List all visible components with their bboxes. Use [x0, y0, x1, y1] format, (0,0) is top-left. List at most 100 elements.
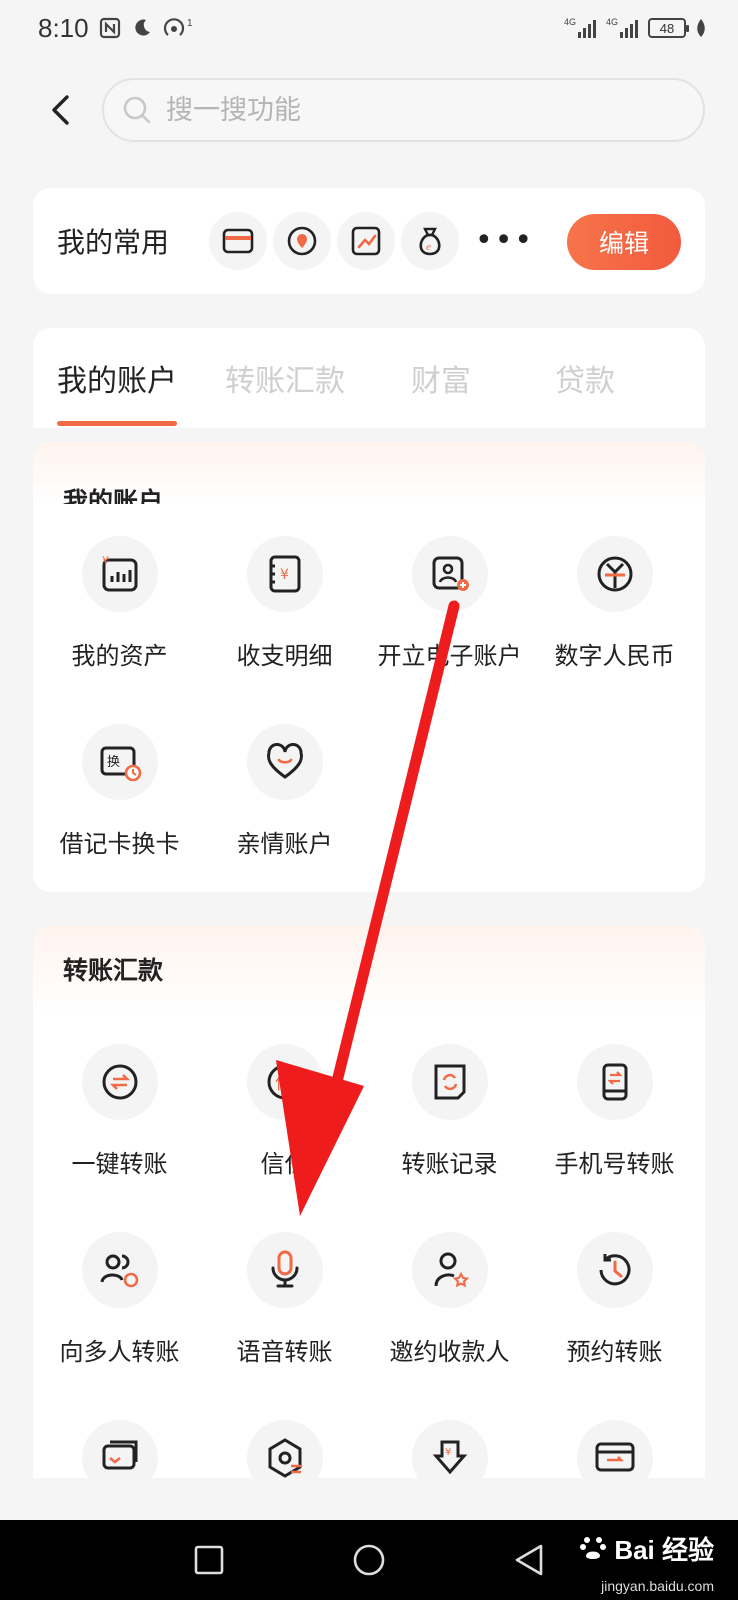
search-input[interactable]: [166, 94, 666, 126]
open-account-icon: [411, 536, 488, 612]
favorites-icons: e •••: [209, 212, 534, 270]
tab-bar: 我的账户 转账汇款 财富 贷款: [33, 328, 705, 428]
grid-item-transfer-record[interactable]: 转账记录: [367, 1012, 532, 1200]
grid-label: 我的资产: [71, 642, 168, 670]
grid-item-one-click-transfer[interactable]: 一键转账: [37, 1012, 202, 1200]
grid-item-open-account[interactable]: 开立电子账户: [367, 504, 532, 692]
grid-label: 邀约收款人: [389, 1338, 510, 1366]
edit-button[interactable]: 编辑: [567, 214, 681, 270]
watermark-logo: Bai 经验: [614, 1535, 714, 1565]
section-transfer: 转账汇款 一键转账 信 信任 转账记录 手机号转账 向多人转账 语音转账 邀约收…: [33, 926, 705, 1478]
nfc-icon: [99, 17, 121, 39]
favorites-card: 我的常用 e ••• 编辑: [33, 188, 705, 294]
wallet-icon[interactable]: [209, 212, 267, 270]
grid-label: 向多人转账: [59, 1338, 180, 1366]
section-title-transfer: 转账汇款: [33, 926, 705, 1012]
svg-text:4G: 4G: [564, 17, 576, 27]
home-button[interactable]: [349, 1540, 389, 1580]
tab-my-account[interactable]: 我的账户: [57, 328, 177, 428]
battery-icon: 48: [648, 18, 689, 38]
card-exchange-icon: [576, 1420, 653, 1478]
more-icon[interactable]: •••: [475, 226, 534, 256]
svg-text:¥: ¥: [445, 1447, 451, 1458]
grid-item-invite-payee[interactable]: 邀约收款人: [367, 1200, 532, 1388]
trust-icon: 信: [246, 1044, 323, 1120]
signal-icon: 4G: [564, 16, 598, 40]
invite-payee-icon: [411, 1232, 488, 1308]
tab-transfer[interactable]: 转账汇款: [225, 328, 345, 428]
grid-item-family-account[interactable]: 亲情账户: [202, 692, 367, 880]
card-swap-icon: 换: [81, 724, 158, 800]
grid-label: 语音转账: [236, 1338, 333, 1366]
grid-label: 信任: [260, 1150, 309, 1178]
signal-icon-2: 4G: [606, 16, 640, 40]
grid-label: 亲情账户: [236, 830, 333, 858]
grid-item-my-assets[interactable]: ¥ 我的资产: [37, 504, 202, 692]
assets-chart-icon: ¥: [81, 536, 158, 612]
grid-label: 转账记录: [401, 1150, 498, 1178]
card-transfer-icon: [81, 1420, 158, 1478]
recent-apps-button[interactable]: [189, 1540, 229, 1580]
grid-item-phone-transfer[interactable]: 手机号转账: [532, 1012, 697, 1200]
back-nav-button[interactable]: [509, 1540, 549, 1580]
grid-item-statement[interactable]: ¥ 收支明细: [202, 504, 367, 692]
grid-item-scheduled-transfer[interactable]: 预约转账: [532, 1200, 697, 1388]
grid-label: 预约转账: [566, 1338, 663, 1366]
transfer-grid: 一键转账 信 信任 转账记录 手机号转账 向多人转账 语音转账 邀约收款人 预约…: [33, 1012, 705, 1478]
header: [0, 78, 738, 142]
grid-item-partial-4[interactable]: [532, 1388, 697, 1478]
multi-person-transfer-icon: [81, 1232, 158, 1308]
grid-label: 手机号转账: [554, 1150, 675, 1178]
grid-label: 收支明细: [236, 642, 333, 670]
grid-label: 借记卡换卡: [59, 830, 180, 858]
money-bag-icon[interactable]: e: [401, 212, 459, 270]
download-transfer-icon: ¥: [411, 1420, 488, 1478]
location-icon[interactable]: [273, 212, 331, 270]
grid-item-trust[interactable]: 信 信任: [202, 1012, 367, 1200]
favorites-title: 我的常用: [57, 226, 170, 259]
grid-item-digital-rmb[interactable]: 数字人民币: [532, 504, 697, 692]
grid-label: 一键转账: [71, 1150, 168, 1178]
svg-text:e: e: [426, 241, 431, 253]
section-title-my-account: 我的账户: [33, 442, 705, 504]
hotspot-icon: 1: [163, 17, 193, 39]
svg-text:¥: ¥: [280, 567, 289, 583]
one-click-transfer-icon: [81, 1044, 158, 1120]
grid-item-partial-1[interactable]: [37, 1388, 202, 1478]
search-box[interactable]: [102, 78, 705, 142]
watermark-url: jingyan.baidu.com: [601, 1578, 714, 1594]
heart-icon: [246, 724, 323, 800]
chart-icon[interactable]: [337, 212, 395, 270]
back-button[interactable]: [40, 90, 80, 130]
microphone-icon: [246, 1232, 323, 1308]
paw-icon: [578, 1532, 608, 1566]
phone-transfer-icon: [576, 1044, 653, 1120]
digital-rmb-icon: [576, 536, 653, 612]
grid-item-partial-3[interactable]: ¥: [367, 1388, 532, 1478]
grid-label: 开立电子账户: [377, 642, 522, 670]
grid-item-voice-transfer[interactable]: 语音转账: [202, 1200, 367, 1388]
section-my-account: 我的账户 ¥ 我的资产 ¥ 收支明细 开立电子账户 数字人民币 换 借记卡换卡 …: [33, 442, 705, 892]
grid-item-partial-2[interactable]: [202, 1388, 367, 1478]
svg-text:4G: 4G: [606, 17, 618, 27]
svg-text:信: 信: [275, 1073, 293, 1094]
status-time: 8:10: [38, 12, 89, 43]
tab-loan[interactable]: 贷款: [555, 328, 615, 428]
statement-icon: ¥: [246, 536, 323, 612]
svg-text:¥: ¥: [102, 554, 109, 567]
grid-label: 数字人民币: [554, 642, 675, 670]
svg-text:换: 换: [107, 755, 120, 770]
hexagon-transfer-icon: [246, 1420, 323, 1478]
grid-item-multi-transfer[interactable]: 向多人转账: [37, 1200, 202, 1388]
grid-item-card-swap[interactable]: 换 借记卡换卡: [37, 692, 202, 880]
search-icon: [120, 93, 154, 127]
scheduled-transfer-icon: [576, 1232, 653, 1308]
tab-wealth[interactable]: 财富: [411, 328, 471, 428]
back-arrow-icon: [52, 95, 69, 125]
status-bar: 8:10 1 4G 4G 48: [0, 0, 738, 56]
transfer-record-icon: [411, 1044, 488, 1120]
account-grid: ¥ 我的资产 ¥ 收支明细 开立电子账户 数字人民币 换 借记卡换卡 亲情账户: [33, 504, 705, 880]
svg-text:1: 1: [187, 18, 193, 29]
triangle-back-icon: [515, 1544, 543, 1576]
leaf-icon: [694, 18, 708, 38]
